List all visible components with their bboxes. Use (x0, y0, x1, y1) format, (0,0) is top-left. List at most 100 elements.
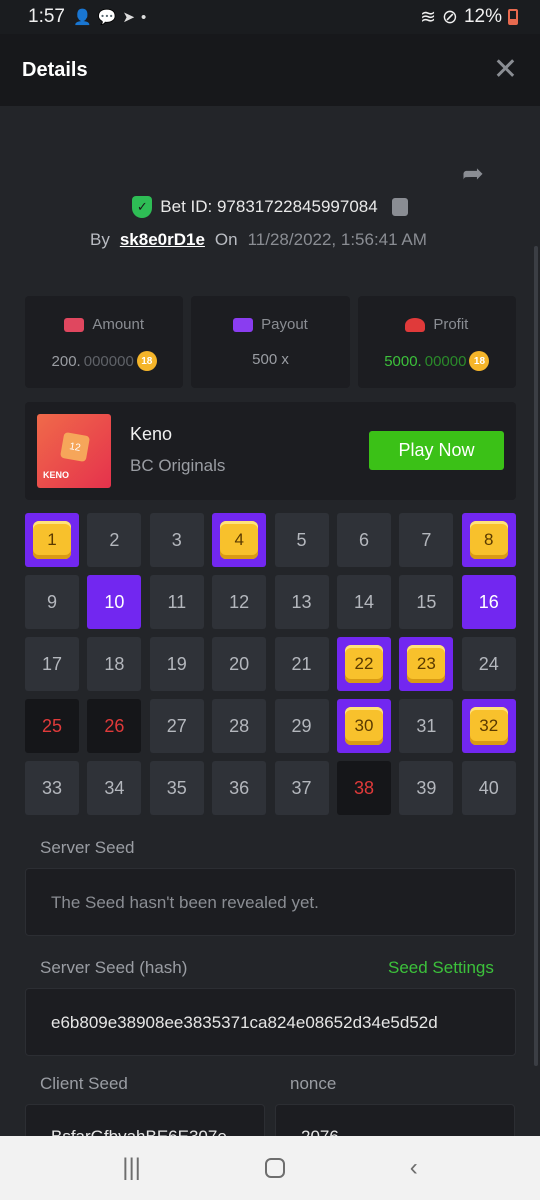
by-label: By (90, 230, 110, 249)
keno-cell: 39 (399, 761, 454, 815)
profit-value: 5000. (384, 352, 422, 370)
game-card: 12 KENO Keno BC Originals Play Now (25, 402, 516, 500)
home-icon[interactable] (265, 1158, 286, 1178)
keno-cell: 8 (461, 513, 516, 567)
keno-cell: 4 (212, 513, 267, 567)
keno-cell: 13 (274, 575, 329, 629)
nonce-box[interactable]: 2076 (275, 1104, 515, 1136)
keno-cell: 18 (87, 637, 142, 691)
server-seed-label: Server Seed (40, 838, 135, 857)
seed-settings-link[interactable]: Seed Settings (388, 958, 494, 978)
server-hash-box[interactable]: e6b809e38908ee3835371ca824e08652d34e5d52… (25, 988, 516, 1056)
wifi-icon: ≋ (420, 6, 437, 28)
keno-cell: 40 (461, 761, 516, 815)
coin-icon: 18 (469, 351, 490, 371)
payout-stat: Payout 500 x (191, 296, 350, 388)
card-icon (233, 317, 254, 332)
details-header: Details ✕ (0, 34, 540, 106)
share-icon[interactable]: ➦ (462, 158, 484, 189)
back-icon[interactable]: ‹ (410, 1154, 418, 1182)
game-provider: BC Originals (130, 456, 226, 475)
keno-cell: 32 (461, 699, 516, 753)
bet-stats: Amount 200. 000000 18 Payout 500 x Profit… (25, 296, 516, 388)
keno-cell: 1 (25, 513, 79, 567)
do-not-disturb-icon: ⊘ (442, 6, 458, 28)
keno-cell: 3 (149, 513, 204, 567)
game-name: Keno (130, 424, 173, 444)
keno-cell: 6 (336, 513, 391, 567)
keno-cell: 2 (87, 513, 142, 567)
close-icon[interactable]: ✕ (493, 55, 518, 85)
profit-label: Profit (433, 316, 469, 333)
telegram-icon: ➤ (122, 9, 135, 26)
status-right: ≋ ⊘ 12% (420, 6, 518, 29)
keno-cell: 28 (212, 699, 267, 753)
keno-cell: 19 (149, 637, 204, 691)
status-time: 1:57 (28, 6, 65, 27)
keno-cell: 20 (212, 637, 267, 691)
scrollbar[interactable] (534, 246, 538, 1066)
keno-cell: 31 (399, 699, 454, 753)
server-seed-box: The Seed hasn't been revealed yet. (25, 868, 516, 936)
keno-cell: 17 (25, 637, 79, 691)
keno-gem-icon: 23 (407, 645, 446, 683)
bet-date: 11/28/2022, 1:56:41 AM (247, 230, 427, 249)
client-seed-box[interactable]: BsfarGfbvahBE6E307e (25, 1104, 265, 1136)
bet-id: Bet ID: 97831722845997084 (160, 197, 378, 216)
wallet-hand-icon (64, 317, 85, 332)
bet-id-row: ✓ Bet ID: 97831722845997084 (0, 196, 540, 218)
keno-thumbnail[interactable]: 12 KENO (37, 414, 111, 488)
verified-shield-icon: ✓ (132, 196, 153, 218)
user-plus-icon: 👤 (72, 9, 92, 26)
nonce-value: 2076 (301, 1127, 339, 1136)
keno-grid: 1 2 3 4 5 6 7 8 9 10 11 12 13 14 15 16 17 18 19 20 21 22 23 24 2… (25, 513, 516, 815)
keno-cell: 29 (274, 699, 329, 753)
messenger-icon: 💬 (97, 9, 117, 26)
keno-cell: 37 (274, 761, 329, 815)
payout-value: 500 x (252, 351, 289, 368)
dot-icon: • (140, 8, 147, 26)
details-content[interactable]: ➦ ✓ Bet ID: 97831722845997084 By sk8e0rD… (0, 106, 540, 1136)
keno-gem-icon: 4 (220, 521, 259, 559)
amount-stat: Amount 200. 000000 18 (25, 296, 184, 388)
battery-percent: 12% (463, 6, 502, 27)
keno-gem-icon: 1 (33, 521, 71, 559)
keno-cell: 22 (336, 637, 391, 691)
amount-value: 200. (51, 352, 81, 370)
amount-value-decimals: 000000 (83, 352, 134, 370)
amount-label: Amount (92, 316, 145, 333)
profit-hand-icon (405, 317, 426, 332)
keno-cell: 9 (25, 575, 79, 629)
keno-cell: 35 (149, 761, 204, 815)
coin-icon: 18 (136, 351, 157, 371)
play-now-button[interactable]: Play Now (369, 431, 504, 470)
keno-gem-icon: 22 (344, 645, 383, 683)
page-title: Details (22, 58, 88, 81)
keno-cell: 5 (274, 513, 329, 567)
recent-apps-icon[interactable]: ||| (122, 1154, 141, 1182)
thumbnail-title: KENO (43, 470, 70, 480)
keno-cell: 25 (25, 699, 79, 753)
client-seed-label: Client Seed (40, 1074, 128, 1093)
notification-icons: 👤 💬 ➤ • (72, 8, 147, 27)
keno-cell: 34 (87, 761, 142, 815)
copy-icon[interactable] (391, 198, 408, 216)
dice-icon: 12 (59, 431, 91, 463)
keno-cell: 27 (149, 699, 204, 753)
keno-cell: 21 (274, 637, 329, 691)
keno-cell: 12 (212, 575, 267, 629)
keno-cell: 38 (336, 761, 391, 815)
keno-cell: 36 (212, 761, 267, 815)
keno-cell: 23 (399, 637, 454, 691)
keno-cell: 14 (336, 575, 391, 629)
keno-gem-icon: 32 (469, 707, 508, 745)
username-link[interactable]: sk8e0rD1e (120, 230, 205, 250)
keno-cell: 26 (87, 699, 142, 753)
keno-cell: 30 (336, 699, 391, 753)
profit-value-decimals: 00000 (424, 352, 467, 370)
keno-gem-icon: 8 (469, 521, 508, 559)
keno-cell: 15 (399, 575, 454, 629)
keno-gem-icon: 30 (344, 707, 383, 745)
keno-cell: 10 (87, 575, 142, 629)
server-hash-label: Server Seed (hash) (40, 958, 188, 977)
